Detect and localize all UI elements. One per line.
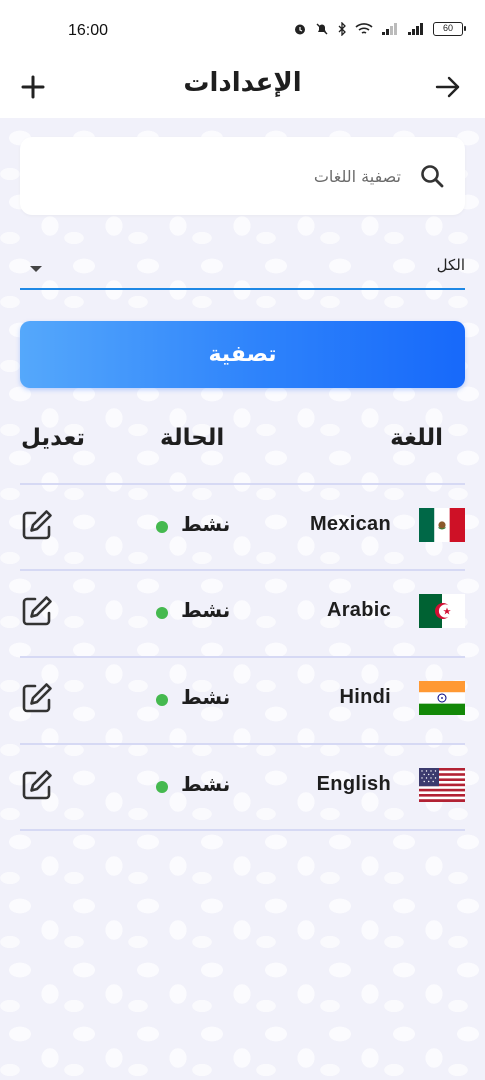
language-name: Hindi	[339, 686, 391, 708]
status-bar: 16:00 60	[0, 0, 485, 64]
table-row: Arabic نشط	[20, 570, 465, 656]
mexico-flag-icon	[419, 508, 465, 542]
language-name: Arabic	[326, 599, 391, 621]
bluetooth-icon	[338, 22, 346, 36]
status-dot-icon	[156, 694, 168, 706]
app-bar: الإعدادات	[0, 64, 485, 118]
select-value: الكل	[436, 256, 465, 274]
status-label: نشط	[181, 512, 231, 536]
search-icon	[421, 165, 444, 188]
edit-icon[interactable]	[20, 594, 54, 628]
chevron-down-icon	[30, 266, 42, 272]
status-label: نشط	[181, 685, 231, 709]
status-dot-icon	[156, 521, 168, 533]
signal-icon	[382, 23, 397, 35]
table-row: English نشط	[20, 744, 465, 830]
status-label: نشط	[181, 772, 231, 796]
edit-icon[interactable]	[20, 768, 54, 802]
status-icons: 60	[293, 22, 466, 36]
algeria-flag-icon	[419, 594, 465, 628]
signal-icon-2	[408, 23, 423, 35]
battery-icon: 60	[433, 22, 466, 36]
back-arrow-icon[interactable]	[433, 72, 463, 102]
table-row: Mexican نشط	[20, 484, 465, 570]
header-edit: تعديل	[21, 425, 86, 451]
status-dot-icon	[156, 781, 168, 793]
edit-icon[interactable]	[20, 681, 54, 715]
alarm-icon	[295, 24, 305, 35]
filter-button[interactable]: تصفية	[20, 321, 465, 388]
divider	[20, 829, 465, 831]
usa-flag-icon	[419, 768, 465, 802]
header-status: الحالة	[160, 425, 225, 451]
search-card	[20, 137, 465, 215]
header-language: اللغة	[390, 425, 443, 451]
search-input[interactable]	[71, 161, 401, 191]
wifi-icon	[355, 23, 373, 34]
status-dot-icon	[156, 607, 168, 619]
page-title: الإعدادات	[183, 68, 302, 98]
status-label: نشط	[181, 598, 231, 622]
language-filter-select[interactable]: الكل	[20, 250, 465, 290]
language-name: English	[316, 773, 391, 795]
edit-icon[interactable]	[20, 508, 54, 542]
language-name: Mexican	[309, 513, 391, 535]
table-row: Hindi نشط	[20, 657, 465, 743]
status-time: 16:00	[68, 22, 109, 39]
mute-bell-icon	[316, 23, 328, 35]
india-flag-icon	[419, 681, 465, 715]
